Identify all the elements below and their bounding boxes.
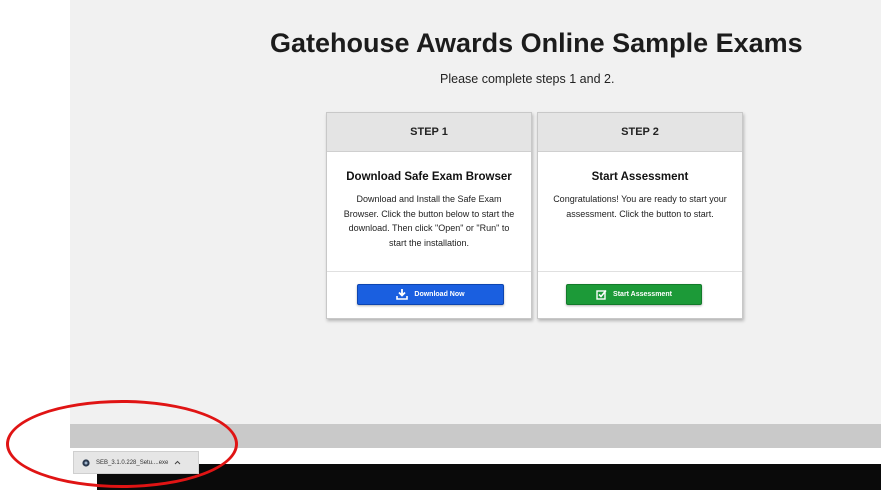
download-now-label: Download Now <box>414 291 465 298</box>
start-assessment-button[interactable]: Start Assessment <box>566 284 702 305</box>
checkbox-icon <box>596 289 607 300</box>
step2-text: Congratulations! You are ready to start … <box>553 194 727 219</box>
page-title: Gatehouse Awards Online Sample Exams <box>270 28 803 58</box>
step1-header: STEP 1 <box>327 113 531 152</box>
step2-header: STEP 2 <box>538 113 742 152</box>
step1-card: STEP 1 Download Safe Exam Browser Downlo… <box>326 112 532 319</box>
step2-card: STEP 2 Start Assessment Congratulations!… <box>537 112 743 319</box>
step1-footer: Download Now <box>327 271 531 319</box>
page-subtitle: Please complete steps 1 and 2. <box>440 72 615 86</box>
step2-title: Start Assessment <box>591 171 689 183</box>
step1-text: Download and Install the Safe Exam Brows… <box>343 194 515 248</box>
highlight-circle <box>6 400 238 488</box>
download-icon <box>396 289 409 300</box>
step1-title: Download Safe Exam Browser <box>346 171 512 183</box>
download-now-button[interactable]: Download Now <box>357 284 504 305</box>
start-assessment-label: Start Assessment <box>613 291 672 298</box>
step2-footer: Start Assessment <box>538 271 742 319</box>
